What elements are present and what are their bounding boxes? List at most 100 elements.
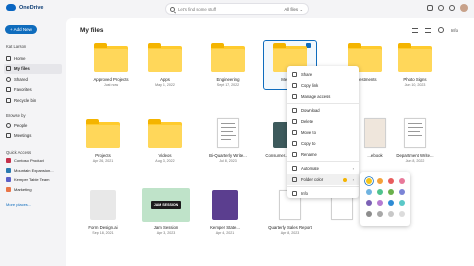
menu-item-folder-color[interactable]: Folder color ›: [287, 174, 359, 185]
color-swatch[interactable]: [388, 200, 394, 206]
sort-icon[interactable]: [411, 27, 418, 33]
menu-item-label: Delete: [301, 119, 314, 124]
color-swatch[interactable]: [377, 200, 383, 206]
sidebar-item-recycle-bin[interactable]: Recycle bin: [4, 95, 62, 106]
menu-item-info[interactable]: Info: [287, 188, 359, 199]
color-swatch[interactable]: [366, 211, 372, 217]
menu-item-label: Copy link: [301, 83, 319, 88]
color-swatch[interactable]: [399, 189, 405, 195]
site-icon: [6, 158, 11, 164]
file-tile[interactable]: Form Design.ai Sep 18, 2021: [74, 188, 132, 248]
sidebar-item-people[interactable]: People: [4, 120, 62, 131]
settings-icon[interactable]: [438, 5, 444, 11]
color-swatch[interactable]: [388, 189, 394, 195]
file-date: Sep 18, 2021: [92, 231, 114, 235]
view-grid-icon[interactable]: [424, 27, 431, 33]
file-name: Quarterly Sales Report: [268, 225, 312, 230]
trash-icon: [292, 119, 297, 124]
menu-item-label: Move to: [301, 130, 316, 135]
file-tile[interactable]: Photo Signs Jun 10, 2023: [386, 40, 444, 100]
color-swatch[interactable]: [377, 211, 383, 217]
sidebar-item-my-files[interactable]: My files: [4, 63, 62, 74]
menu-item-share[interactable]: Share: [287, 69, 359, 80]
menu-item-download[interactable]: Download: [287, 105, 359, 116]
chevron-down-icon[interactable]: ⌄: [300, 7, 303, 12]
menu-item-copy-link[interactable]: Copy link: [287, 80, 359, 91]
menu-item-manage-access[interactable]: Manage access: [287, 91, 359, 102]
search-input[interactable]: Let's find some stuff: [178, 7, 216, 12]
quick-access-item[interactable]: Mountain Expansion...: [4, 166, 64, 176]
folder-icon: [86, 119, 120, 148]
color-swatch[interactable]: [399, 200, 405, 206]
file-tile[interactable]: JAM SESSION Jam Session Apr 3, 2023: [137, 188, 195, 248]
file-name: Engineering: [216, 77, 240, 82]
help-icon[interactable]: [449, 5, 455, 11]
text-line: [408, 127, 423, 128]
copy-icon: [292, 141, 297, 146]
more-places-link[interactable]: More places...: [6, 202, 31, 207]
calendar-icon: [6, 133, 11, 139]
color-swatch[interactable]: [388, 178, 394, 184]
current-color-dot: [343, 177, 347, 182]
quick-access-item[interactable]: Contoso Product: [4, 156, 64, 166]
sidebar-item-home[interactable]: Home: [4, 53, 62, 64]
info-label[interactable]: Info: [451, 28, 458, 33]
text-line: [221, 131, 233, 132]
menu-item-label: Folder color: [301, 177, 324, 182]
menu-item-move-to[interactable]: Move to: [287, 127, 359, 138]
file-tile[interactable]: Engineering Sept 17, 2022: [199, 40, 257, 100]
file-tile[interactable]: Department Write... Jun 8, 2022: [386, 116, 444, 176]
file-tile[interactable]: Bi-Quarterly Write... Jul 8, 2023: [199, 116, 257, 176]
key-icon: [292, 94, 297, 99]
file-tile[interactable]: Kemper State... Apr 4, 2021: [196, 188, 254, 248]
file-tile[interactable]: Projects Apr 26, 2021: [74, 116, 132, 176]
menu-item-automate[interactable]: Automate ›: [287, 163, 359, 174]
folder-icon: [94, 43, 128, 72]
add-new-button[interactable]: + Add New: [5, 25, 37, 34]
info-icon[interactable]: [437, 27, 444, 33]
quick-access-item[interactable]: Kemper Table Team: [4, 175, 64, 185]
color-swatch[interactable]: [399, 178, 405, 184]
sidebar-item-meetings[interactable]: Meetings: [4, 131, 62, 142]
color-swatch[interactable]: [399, 211, 405, 217]
automate-icon: [292, 166, 297, 171]
menu-item-delete[interactable]: Delete: [287, 116, 359, 127]
file-tile[interactable]: Approved Projects Just now: [82, 40, 140, 100]
search-box[interactable]: Let's find some stuff All files ⌄: [165, 3, 309, 15]
person-icon: [6, 122, 11, 128]
menu-item-label: Rename: [301, 152, 317, 157]
onedrive-logo[interactable]: OneDrive: [6, 4, 43, 11]
color-swatch[interactable]: [366, 200, 372, 206]
app-brand: OneDrive: [19, 4, 44, 11]
file-tile[interactable]: Apps May 1, 2022: [136, 40, 194, 100]
color-swatch[interactable]: [366, 178, 372, 184]
text-line: [408, 135, 422, 136]
sidebar-item-favorites[interactable]: Favorites: [4, 85, 62, 96]
file-date: Jun 10, 2023: [404, 83, 426, 87]
quick-access-item[interactable]: Marketing: [4, 185, 64, 195]
menu-item-label: Download: [301, 108, 320, 113]
file-date: Sept 17, 2022: [216, 83, 240, 87]
browse-by-label: Browse by: [6, 113, 26, 118]
file-date: Jul 8, 2023: [219, 159, 237, 163]
menu-item-copy-to[interactable]: Copy to: [287, 138, 359, 149]
folder-icon: [148, 43, 182, 72]
search-filter[interactable]: All files: [284, 7, 298, 12]
color-swatch[interactable]: [388, 211, 394, 217]
quick-access-label-text: Kemper Table Team: [14, 177, 50, 183]
color-swatch[interactable]: [377, 178, 383, 184]
file-name: Projects: [95, 153, 111, 158]
bell-icon[interactable]: [427, 5, 433, 11]
avatar[interactable]: [460, 4, 468, 12]
browse-nav: People Meetings: [4, 120, 62, 141]
file-date: Jun 8, 2022: [405, 159, 425, 163]
color-swatch[interactable]: [377, 189, 383, 195]
menu-item-rename[interactable]: Rename: [287, 149, 359, 160]
quick-access-label: Quick Access: [6, 150, 32, 155]
search-icon: [170, 6, 175, 12]
text-line: [408, 123, 422, 124]
file-name: Photo Signs: [403, 77, 427, 82]
file-tile[interactable]: Videos Aug 3, 2022: [136, 116, 194, 176]
color-swatch[interactable]: [366, 189, 372, 195]
sidebar-item-shared[interactable]: Shared: [4, 74, 62, 85]
